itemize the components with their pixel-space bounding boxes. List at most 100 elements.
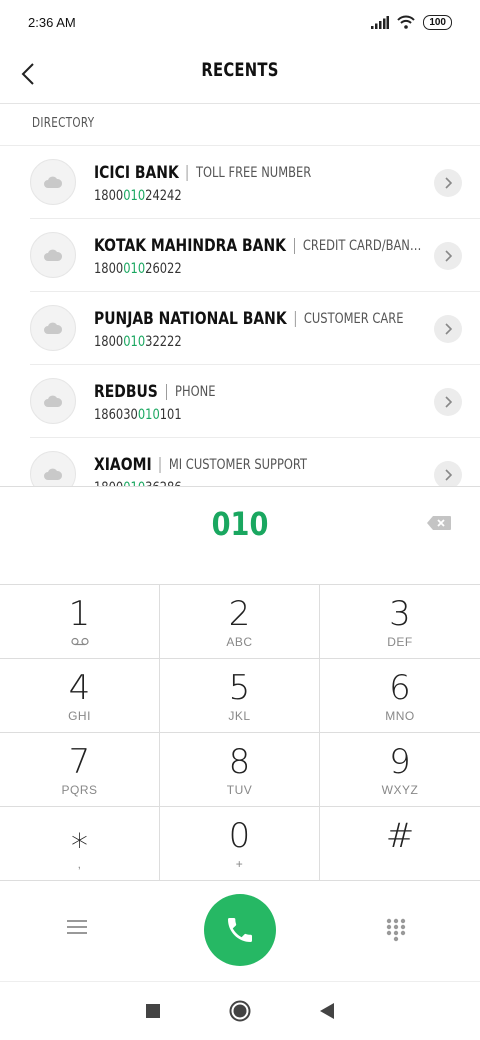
recents-nav-button[interactable] [138,996,168,1026]
key-digit: 7 [68,742,91,782]
list-item[interactable]: REDBUS PHONE 186030010101 [30,365,480,438]
key-4[interactable]: 4 GHI [0,659,160,733]
number-match: 010 [123,261,146,277]
avatar [30,232,76,278]
key-letters: , [77,857,82,871]
key-digit: 1 [68,594,91,634]
list-item[interactable]: ICICI BANK TOLL FREE NUMBER 180001024242 [30,146,480,219]
status-time: 2:36 AM [28,14,76,30]
contact-description: CREDIT CARD/BANKING CUS… [302,238,422,254]
avatar [30,305,76,351]
system-nav-bar [0,982,480,1040]
details-button[interactable] [434,388,462,416]
key-7[interactable]: 7 PQRS [0,733,160,807]
voicemail-icon [70,635,89,649]
dialed-number[interactable]: 010 [36,505,444,543]
chevron-right-icon [445,250,452,262]
cloud-icon [44,395,63,407]
page-title: RECENTS [201,59,279,81]
contact-description: TOLL FREE NUMBER [195,165,312,181]
key-digit: 9 [389,742,411,782]
action-bar [0,880,480,982]
menu-button[interactable] [66,918,96,942]
number-match: 010 [123,188,146,204]
key-5[interactable]: 5 JKL [160,659,320,733]
details-button[interactable] [434,315,462,343]
cloud-icon [44,176,63,188]
contact-description: MI CUSTOMER SUPPORT [168,457,308,473]
back-nav-button[interactable] [312,996,342,1026]
key-1[interactable]: 1 [0,585,160,659]
cloud-icon [44,322,63,334]
contact-number: 180001024242 [94,188,365,204]
number-suffix: 101 [159,407,182,423]
back-button[interactable] [14,56,42,92]
contact-name: PUNJAB NATIONAL BANK [94,309,287,329]
call-button[interactable] [204,894,276,966]
key-digit: 4 [68,668,91,708]
chevron-right-icon [445,177,452,189]
key-letters: WXYZ [381,783,419,797]
divider [159,457,161,473]
number-match: 010 [137,407,160,423]
number-suffix: 32222 [145,334,182,350]
key-letters: DEF [387,635,413,649]
avatar [30,451,76,486]
key-8[interactable]: 8 TUV [160,733,320,807]
details-button[interactable] [434,169,462,197]
phone-icon [228,918,252,942]
key-letters: JKL [228,709,251,723]
divider [166,384,167,400]
contact-name: XIAOMI [94,455,152,475]
key-letters: + [235,857,244,871]
directory-list: ICICI BANK TOLL FREE NUMBER 180001024242… [0,145,480,486]
status-icons: 100 [371,14,452,30]
number-prefix: 1800 [94,188,124,204]
key-2[interactable]: 2 ABC [160,585,320,659]
header: RECENTS [0,44,480,104]
key-9[interactable]: 9 WXYZ [320,733,480,807]
directory-label: DIRECTORY [32,116,95,131]
key-star[interactable]: ⁎ , [0,807,160,881]
key-digit: 2 [228,594,251,634]
key-digit: ⁎ [71,816,88,856]
list-item[interactable]: PUNJAB NATIONAL BANK CUSTOMER CARE 18000… [30,292,480,365]
square-icon [146,1004,161,1018]
cloud-icon [44,249,63,261]
key-6[interactable]: 6 MNO [320,659,480,733]
key-hash[interactable]: # [320,807,480,881]
key-letters: PQRS [61,783,98,797]
contact-number: 180001032222 [94,334,365,350]
details-button[interactable] [434,242,462,270]
number-suffix: 24242 [145,188,182,204]
home-circle-icon [229,1000,251,1022]
dialpad-icon [386,918,406,942]
cloud-icon [44,468,63,480]
key-digit: 6 [389,668,411,708]
avatar [30,159,76,205]
backspace-button[interactable] [426,515,456,535]
keypad-toggle-button[interactable] [386,918,410,944]
status-bar: 2:36 AM 100 [0,0,480,44]
list-item[interactable]: XIAOMI MI CUSTOMER SUPPORT 180001036286 [30,438,480,486]
key-digit: # [385,816,415,856]
wifi-icon [397,15,416,29]
list-item[interactable]: KOTAK MAHINDRA BANK CREDIT CARD/BANKING … [30,219,480,292]
backspace-icon [427,516,451,530]
chevron-right-icon [445,323,452,335]
contact-description: PHONE [175,384,216,400]
key-digit: 3 [389,594,411,634]
details-button[interactable] [434,461,462,486]
key-3[interactable]: 3 DEF [320,585,480,659]
number-prefix: 1800 [94,334,124,350]
contact-number: 186030010101 [94,407,365,423]
key-letters: TUV [226,783,253,797]
key-0[interactable]: 0 + [160,807,320,881]
key-digit: 0 [228,816,251,856]
number-suffix: 26022 [145,261,182,277]
home-nav-button[interactable] [225,996,255,1026]
key-letters: ABC [226,635,253,649]
divider [186,165,188,181]
key-letters: GHI [68,709,91,723]
divider [294,238,295,254]
